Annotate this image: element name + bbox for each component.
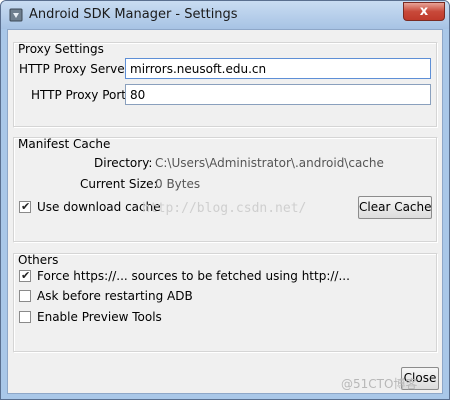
checkmark-icon: ✔ (21, 269, 31, 282)
enable-preview-tools-label: Enable Preview Tools (37, 310, 162, 324)
use-download-cache-box[interactable]: ✔ (19, 201, 31, 213)
proxy-settings-group: Proxy Settings HTTP Proxy Server HTTP Pr… (13, 42, 438, 128)
window-title: Android SDK Manager - Settings (29, 7, 238, 22)
directory-value: C:\Users\Administrator\.android\cache (155, 156, 384, 170)
current-size-label: Current Size: (80, 177, 158, 191)
http-proxy-port-label: HTTP Proxy Port (31, 88, 126, 102)
title-bar[interactable]: Android SDK Manager - Settings x (1, 1, 449, 29)
clear-cache-button[interactable]: Clear Cache (358, 196, 432, 219)
http-proxy-server-label: HTTP Proxy Server (19, 62, 130, 76)
http-proxy-port-input[interactable] (125, 84, 431, 105)
ask-before-restarting-adb-box[interactable] (19, 290, 31, 302)
others-group: Others ✔ Force https://... sources to be… (13, 253, 438, 353)
ask-before-restarting-adb-label: Ask before restarting ADB (37, 289, 193, 303)
manifest-cache-group: Manifest Cache Directory: C:\Users\Admin… (13, 137, 438, 243)
checkmark-icon: ✔ (21, 200, 31, 213)
enable-preview-tools-box[interactable] (19, 311, 31, 323)
window-close-button[interactable]: x (403, 2, 445, 21)
proxy-settings-title: Proxy Settings (18, 42, 104, 56)
others-title: Others (18, 253, 59, 267)
android-sdk-app-icon (9, 8, 23, 22)
close-icon: x (419, 4, 429, 19)
force-http-label: Force https://... sources to be fetched … (37, 269, 350, 283)
http-proxy-server-input[interactable] (125, 58, 431, 79)
directory-label: Directory: (94, 156, 153, 170)
manifest-cache-title: Manifest Cache (18, 137, 111, 151)
close-button[interactable]: Close (401, 367, 439, 390)
force-http-box[interactable]: ✔ (19, 270, 31, 282)
settings-window: Android SDK Manager - Settings x Proxy S… (0, 0, 450, 400)
dialog-body: Proxy Settings HTTP Proxy Server HTTP Pr… (7, 29, 443, 394)
blog-watermark: http://blog.csdn.net/ (142, 201, 307, 216)
use-download-cache-label: Use download cache (37, 200, 161, 214)
current-size-value: 0 Bytes (155, 177, 201, 191)
